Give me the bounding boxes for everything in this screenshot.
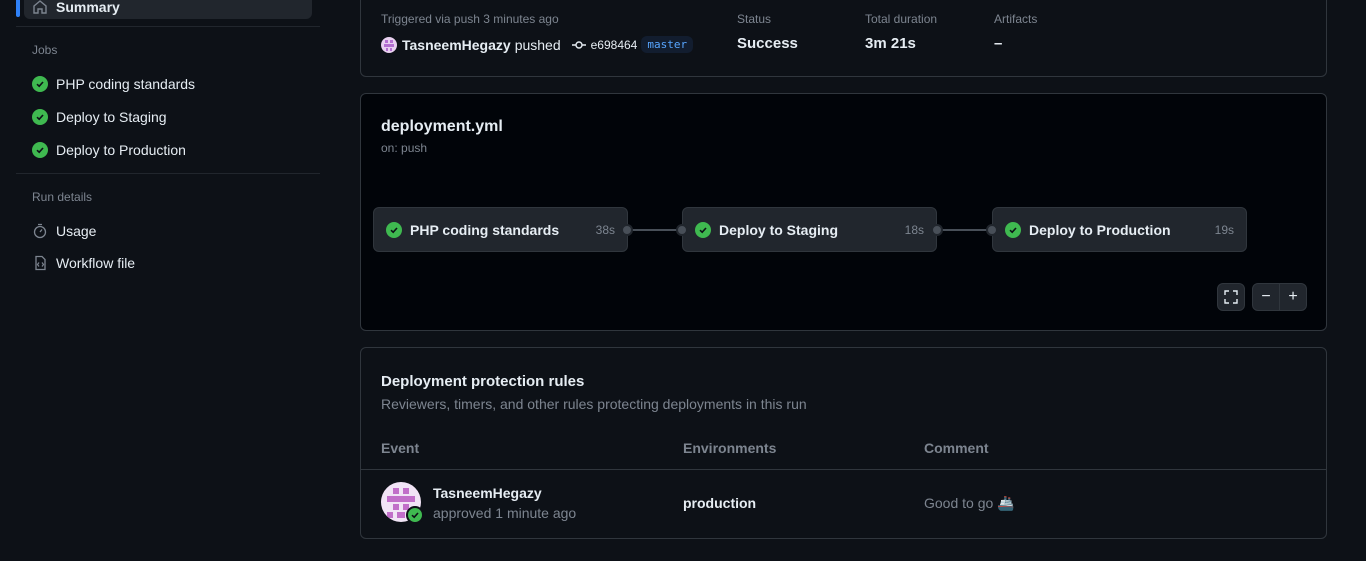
commit-sha-link[interactable]: e698464 xyxy=(591,38,638,52)
approver-user-link[interactable]: TasneemHegazy xyxy=(433,485,542,501)
approval-comment: Good to go 🚢 xyxy=(924,495,1015,511)
sidebar-item-label: Deploy to Production xyxy=(56,142,186,158)
approved-check-icon xyxy=(406,506,424,524)
connector-dot xyxy=(621,224,633,236)
job-name: Deploy to Production xyxy=(1029,221,1171,238)
artifacts-label: Artifacts xyxy=(994,12,1038,26)
job-connector xyxy=(937,229,993,231)
job-connector xyxy=(627,229,683,231)
job-duration: 18s xyxy=(904,222,924,237)
zoom-in-button[interactable]: + xyxy=(1279,283,1307,311)
git-commit-icon xyxy=(571,37,587,53)
sidebar-item-label: Workflow file xyxy=(56,255,136,271)
sidebar-item-label: Summary xyxy=(56,0,120,15)
push-user-link[interactable]: TasneemHegazy xyxy=(402,37,511,53)
connector-dot xyxy=(931,224,943,236)
sidebar-item-workflow-file[interactable]: Workflow file xyxy=(32,253,135,273)
sidebar: Summary Jobs PHP coding standards Deploy… xyxy=(0,0,330,561)
status-label: Status xyxy=(737,12,772,26)
jobs-section-title: Jobs xyxy=(32,43,58,57)
approval-time: approved 1 minute ago xyxy=(433,505,577,521)
avatar xyxy=(381,36,397,53)
check-circle-icon xyxy=(32,109,48,125)
rules-subtitle: Reviewers, timers, and other rules prote… xyxy=(381,396,807,412)
minus-icon: − xyxy=(1261,288,1271,305)
job-duration: 19s xyxy=(1214,222,1234,237)
job-deploy-to-production[interactable]: Deploy to Production 19s xyxy=(992,207,1247,252)
sidebar-item-label: Usage xyxy=(56,223,97,239)
job-php-coding-standards[interactable]: PHP coding standards 38s xyxy=(373,207,628,252)
push-action: pushed xyxy=(514,36,561,53)
sidebar-item-summary[interactable]: Summary xyxy=(16,0,312,19)
status-value: Success xyxy=(737,35,798,52)
check-circle-icon xyxy=(386,221,402,238)
sidebar-item-label: PHP coding standards xyxy=(56,76,196,92)
page-scrollbar[interactable] xyxy=(1356,0,1366,561)
column-header-comment: Comment xyxy=(924,440,989,456)
zoom-out-button[interactable]: − xyxy=(1252,283,1280,311)
job-name: Deploy to Staging xyxy=(719,221,838,238)
fullscreen-button[interactable] xyxy=(1217,283,1245,311)
run-summary-card: Triggered via push 3 minutes ago Tasneem… xyxy=(360,0,1327,77)
workflow-file-name[interactable]: deployment.yml xyxy=(381,118,503,136)
deployment-protection-rules-card: Deployment protection rules Reviewers, t… xyxy=(360,347,1327,539)
check-circle-icon xyxy=(695,221,711,238)
branch-badge[interactable]: master xyxy=(641,36,694,53)
connector-dot xyxy=(986,224,998,236)
column-header-environments: Environments xyxy=(683,440,777,456)
plus-icon: + xyxy=(1288,288,1298,305)
workflow-graph-card: deployment.yml on: push PHP coding stand… xyxy=(360,93,1327,331)
stopwatch-icon xyxy=(32,223,48,239)
job-name: PHP coding standards xyxy=(410,221,560,238)
home-icon xyxy=(32,0,48,15)
sidebar-item-usage[interactable]: Usage xyxy=(32,221,96,241)
job-deploy-to-staging[interactable]: Deploy to Staging 18s xyxy=(682,207,937,252)
artifacts-value: – xyxy=(994,35,1003,52)
run-details-section-title: Run details xyxy=(32,190,93,204)
divider xyxy=(16,26,320,27)
check-circle-icon xyxy=(32,142,48,158)
column-header-event: Event xyxy=(381,440,420,456)
check-circle-icon xyxy=(32,76,48,92)
sidebar-item-deploy-to-production[interactable]: Deploy to Production xyxy=(32,140,186,160)
rules-title: Deployment protection rules xyxy=(381,373,585,390)
environment-name: production xyxy=(683,495,757,511)
divider xyxy=(16,173,320,174)
duration-value: 3m 21s xyxy=(865,35,916,52)
fullscreen-icon xyxy=(1224,290,1238,304)
push-info: TasneemHegazy pushed e698464 master xyxy=(381,36,694,53)
check-circle-icon xyxy=(1005,221,1021,238)
job-duration: 38s xyxy=(595,222,615,237)
workflow-trigger: on: push xyxy=(381,141,428,155)
sidebar-item-label: Deploy to Staging xyxy=(56,109,167,125)
sidebar-item-php-coding-standards[interactable]: PHP coding standards xyxy=(32,74,195,94)
table-divider xyxy=(361,469,1326,470)
trigger-text: Triggered via push 3 minutes ago xyxy=(381,12,559,26)
sidebar-item-deploy-to-staging[interactable]: Deploy to Staging xyxy=(32,107,167,127)
file-code-icon xyxy=(32,255,48,271)
connector-dot xyxy=(676,224,688,236)
duration-label: Total duration xyxy=(865,12,938,26)
